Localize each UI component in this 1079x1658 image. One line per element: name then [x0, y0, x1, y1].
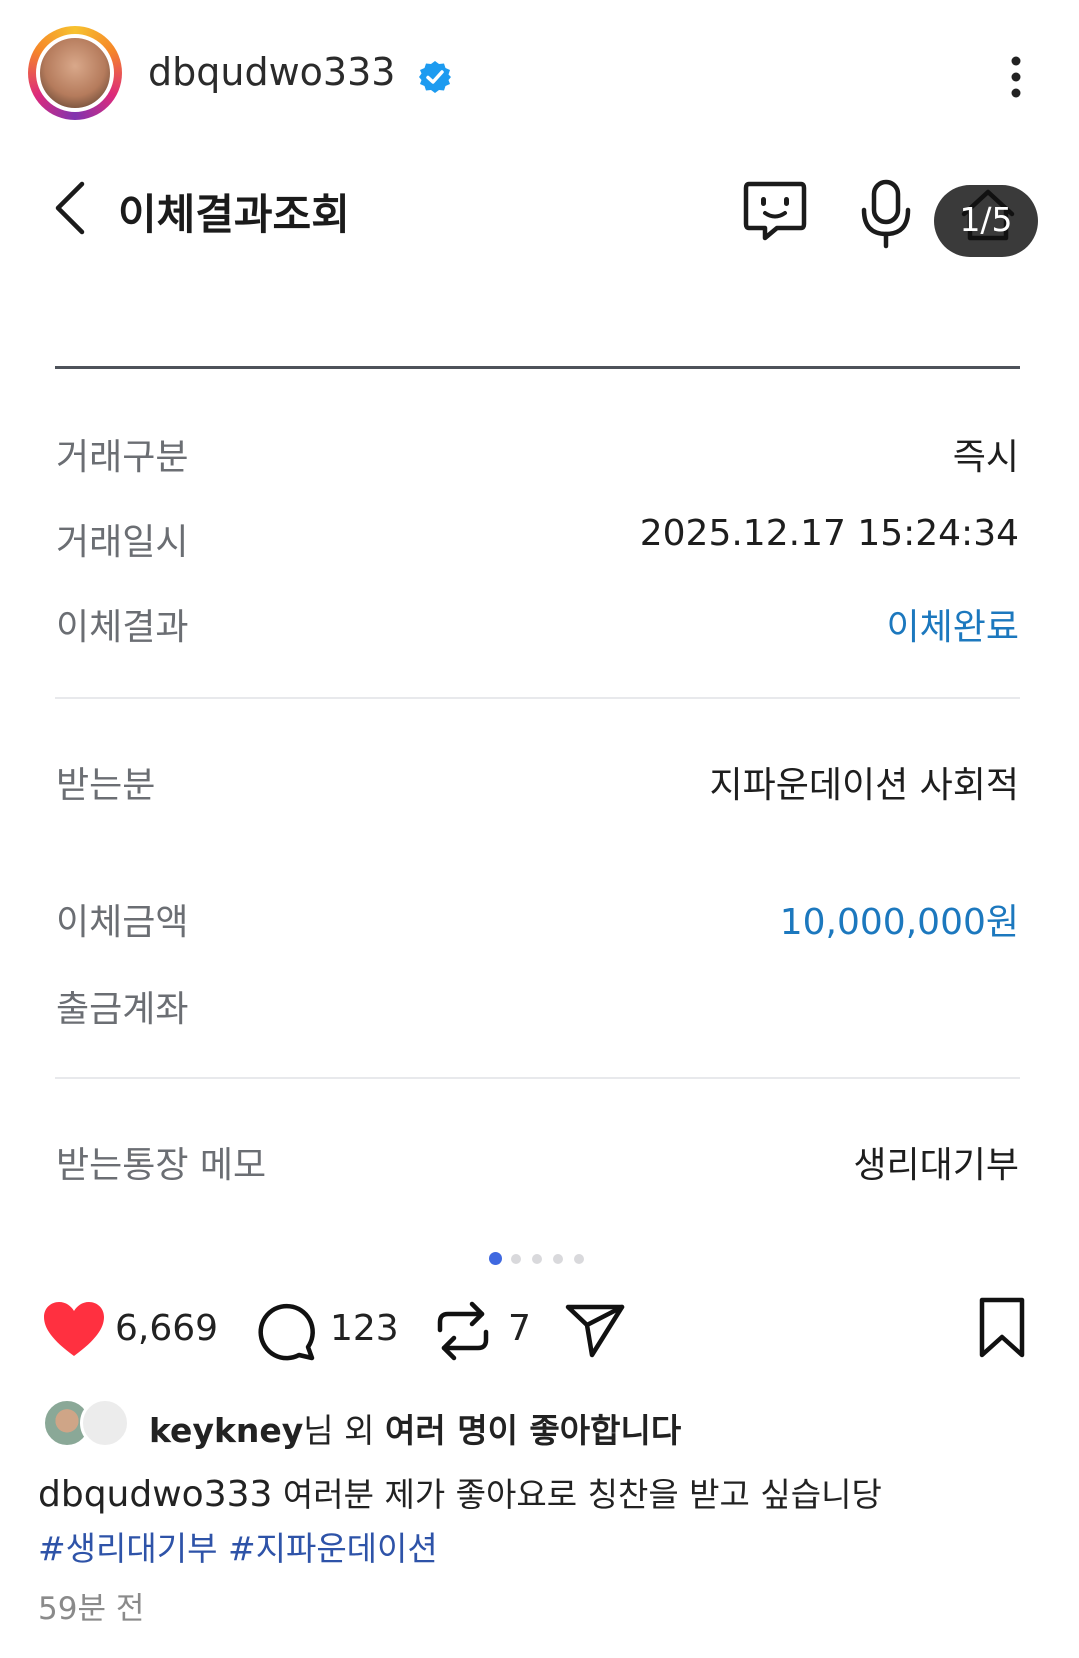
- username[interactable]: dbqudwo333: [148, 50, 395, 94]
- verified-icon: [419, 61, 451, 93]
- more-icon[interactable]: [1008, 55, 1024, 99]
- row-label-memo: 받는통장 메모: [56, 1145, 267, 1186]
- comment-icon[interactable]: [255, 1300, 317, 1362]
- divider: [55, 366, 1020, 369]
- heart-icon[interactable]: [42, 1300, 106, 1358]
- row-label-account: 출금계좌: [56, 989, 189, 1030]
- comment-count[interactable]: 123: [330, 1308, 399, 1349]
- share-icon[interactable]: [565, 1303, 625, 1359]
- mic-icon[interactable]: [856, 178, 916, 250]
- liked-by-user[interactable]: keykney: [149, 1411, 303, 1450]
- carousel-counter-text: 1/5: [959, 200, 1013, 239]
- carousel-dot[interactable]: [553, 1254, 563, 1264]
- hashtag-link[interactable]: #생리대기부: [38, 1529, 217, 1568]
- back-icon[interactable]: [50, 180, 90, 236]
- post-time: 59분 전: [38, 1591, 145, 1627]
- row-label-result: 이체결과: [56, 607, 189, 648]
- page-title: 이체결과조회: [118, 190, 350, 239]
- row-label-amount: 이체금액: [56, 902, 189, 943]
- like-count[interactable]: 6,669: [115, 1308, 218, 1349]
- row-label-datetime: 거래일시: [56, 522, 189, 563]
- repost-count[interactable]: 7: [508, 1308, 531, 1349]
- avatar[interactable]: [36, 34, 114, 112]
- hashtags: #생리대기부 #지파운데이션: [38, 1522, 438, 1570]
- row-label-recipient: 받는분: [56, 765, 156, 806]
- row-value-datetime: 2025.12.17 15:24:34: [639, 513, 1019, 554]
- caption-text: 여러분 제가 좋아요로 칭찬을 받고 싶습니당: [282, 1475, 882, 1514]
- liker-avatar[interactable]: [80, 1398, 130, 1448]
- row-value-amount: 10,000,000원: [779, 902, 1019, 943]
- caption-username[interactable]: dbqudwo333: [38, 1474, 272, 1515]
- hashtag-link[interactable]: #지파운데이션: [228, 1529, 438, 1568]
- carousel-dot[interactable]: [511, 1254, 521, 1264]
- carousel-dot[interactable]: [532, 1254, 542, 1264]
- bookmark-icon[interactable]: [978, 1297, 1026, 1359]
- carousel-dot[interactable]: [574, 1254, 584, 1264]
- divider: [55, 1077, 1020, 1079]
- row-value-memo: 생리대기부: [853, 1145, 1019, 1186]
- liked-by-suffix: 님 외: [303, 1411, 385, 1450]
- caption: dbqudwo333 여러분 제가 좋아요로 칭찬을 받고 싶습니당: [38, 1468, 882, 1516]
- row-value-result: 이체완료: [886, 607, 1019, 648]
- row-label-type: 거래구분: [56, 437, 189, 478]
- liked-by-rest[interactable]: 여러 명이 좋아합니다: [385, 1411, 681, 1450]
- row-value-type: 즉시: [952, 437, 1019, 478]
- liked-by-text[interactable]: keykney님 외 여러 명이 좋아합니다: [149, 1404, 681, 1452]
- row-value-recipient: 지파운데이션 사회적: [709, 765, 1019, 806]
- repost-icon[interactable]: [434, 1298, 492, 1364]
- chat-icon[interactable]: [743, 180, 807, 242]
- divider: [55, 697, 1020, 699]
- carousel-dot-active[interactable]: [489, 1252, 502, 1265]
